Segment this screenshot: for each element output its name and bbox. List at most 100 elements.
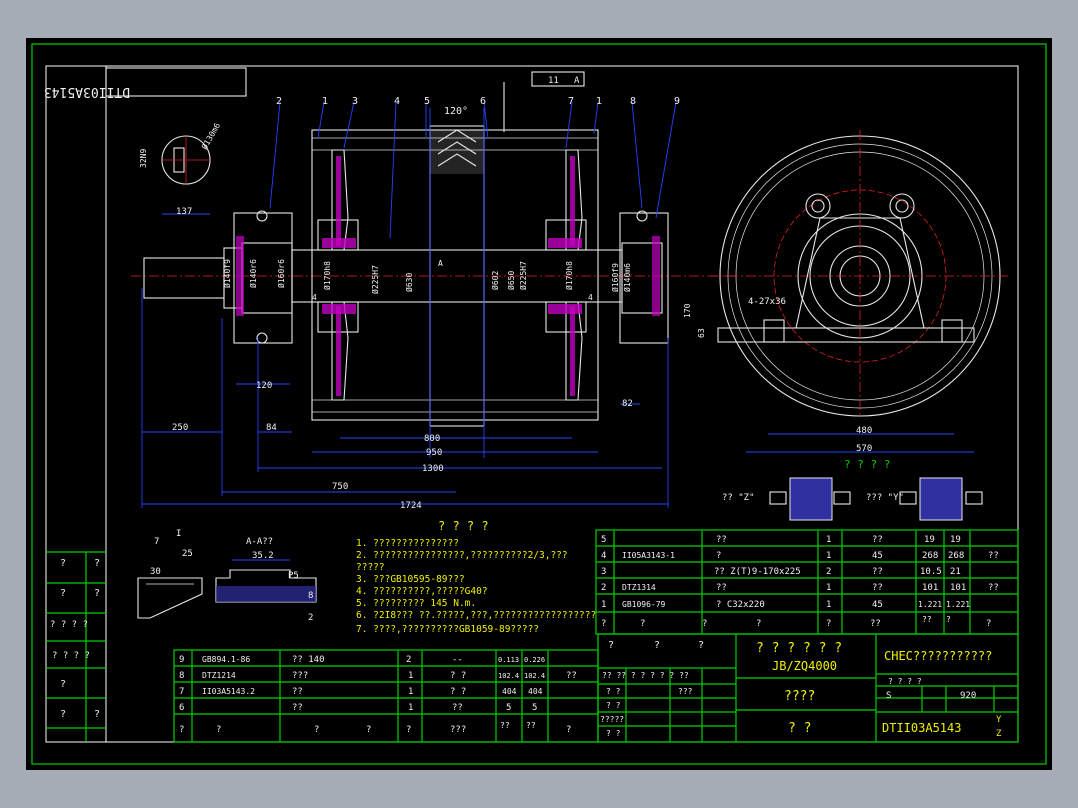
bom-cell: 1.221 (946, 600, 970, 609)
bom-cell: DTZ1314 (622, 583, 656, 592)
bom-header: ? (366, 725, 371, 735)
bom-cell: 1 (408, 703, 413, 713)
title-block: ? ? ? ? ? ? JB/ZQ4000 ???? ? ? CHEC?????… (597, 633, 1019, 743)
dim-label: P5 (288, 571, 299, 581)
dim-label: 170 (683, 303, 692, 318)
bom-cell: ?? 140 (292, 655, 325, 665)
bom-cell: 9 (179, 655, 184, 665)
balloon: 5 (424, 96, 430, 107)
note-line: 2. ????????????????,??????????2/3,??? (356, 550, 568, 561)
side-label: ? (60, 588, 66, 599)
bom-cell: 4 (601, 551, 606, 561)
bom-cell: ?? (988, 551, 999, 561)
projection-y: Y (996, 715, 1002, 725)
detail-label: I (176, 529, 181, 539)
bom-cell: 3 (601, 567, 606, 577)
bom-cell: 2 (826, 567, 831, 577)
dim-label: 800 (424, 434, 440, 444)
view-label: ?? "Z" (722, 493, 755, 503)
side-label: ? (60, 558, 66, 569)
bom-cell: ?? (872, 535, 883, 545)
balloon: 1 (596, 96, 602, 107)
dim-label: Ø602 (490, 271, 500, 290)
company-code: CHEC??????????? (884, 649, 992, 663)
bom-cell: ?? (292, 703, 303, 713)
bom-cell: 404 (502, 687, 517, 696)
bom-cell: ? C32x220 (716, 600, 765, 610)
dim-label: 82 (622, 399, 633, 409)
balloon: 7 (568, 96, 574, 107)
detail-views: ?? "Z" ??? "Y" (722, 477, 983, 521)
balloon: 2 (276, 96, 282, 107)
note-line: 3. ???GB10595-89??? (356, 574, 465, 585)
bom-cell: ?? (716, 583, 727, 593)
bom-cell: 268 (948, 551, 964, 561)
dim-label: 480 (856, 426, 872, 436)
dim-label: 750 (332, 482, 348, 492)
bom-header: ? (756, 619, 761, 629)
note-line: ????? (356, 562, 385, 573)
side-label: ? (94, 588, 100, 599)
bom-cell: -- (452, 655, 463, 665)
side-label: ? (60, 709, 66, 720)
bom-cell: ?? (716, 535, 727, 545)
bom-cell: 6 (179, 703, 184, 713)
dim-label: 2 (308, 613, 313, 623)
dim-label: Ø630 (404, 273, 414, 292)
weight-value: 920 (960, 691, 976, 701)
side-label: ? (94, 558, 100, 569)
dim-label: Ø140m6 (622, 263, 632, 292)
bom-cell: 1 (826, 551, 831, 561)
bom-cell: ?? (292, 687, 303, 697)
bom-header: ?? (526, 721, 536, 730)
tolerance-value: 11 (548, 76, 559, 86)
dim-label: 4 (312, 293, 317, 302)
bom-header: ? (826, 619, 831, 629)
company-line: ? ? ? ? ? ? (756, 641, 842, 656)
dim-label: 7 (154, 537, 159, 547)
dim-label: 950 (426, 448, 442, 458)
bom-cell: ?? Z(T)9-170x225 (714, 567, 801, 577)
dim-label: 25 (182, 549, 193, 559)
dim-label: 63 (697, 328, 706, 338)
left-strip: ? ? ? ? ? ? ? ? ? ? ? ? ? ? ? (46, 551, 106, 742)
bom-cell: ? ? (450, 687, 466, 697)
bom-cell: 268 (922, 551, 938, 561)
drawing-number: DTII03A5143 (882, 721, 961, 735)
dim-label: Ø160f9 (610, 263, 620, 292)
signoff-row: ? ? (606, 729, 621, 738)
balloon: 8 (630, 96, 636, 107)
side-label: ? ? ? ? (52, 651, 90, 661)
bom-right: 5 ?? 1 ?? 19 19 4 II05A3143-1 ? 1 45 268… (595, 529, 1019, 635)
side-label: ? (60, 679, 66, 690)
bom-cell: 19 (950, 535, 961, 545)
bom-header: ??? (450, 725, 466, 735)
bom-cell: 1 (826, 583, 831, 593)
bom-cell: 102.4 (498, 672, 519, 680)
bom-cell: 5 (532, 703, 537, 713)
dim-label: Ø170h8 (322, 261, 332, 290)
dim-label: Ø650 (506, 271, 516, 290)
shaft-key-detail: 137 32N9 Ø130m6 (139, 121, 222, 217)
title-cell: ? (654, 640, 660, 651)
signoff-row: ??? (678, 687, 693, 696)
dim-label: Ø140r6 (248, 259, 258, 288)
note-line: 7. ????,??????????GB1059-89????? (356, 624, 539, 635)
balloon: 9 (674, 96, 680, 107)
dim-label: 1300 (422, 464, 444, 474)
bom-header: ?? (870, 619, 881, 629)
bom-cell: 1 (408, 671, 413, 681)
bom-cell: DTZ1214 (202, 671, 236, 680)
bom-header: ? (216, 725, 221, 735)
bom-header: ? (601, 619, 606, 629)
bom-cell: II03A5143.2 (202, 687, 255, 696)
bom-cell: ?? (872, 583, 883, 593)
dim-label: Ø225H7 (518, 261, 528, 290)
bom-cell: ? ? (450, 671, 466, 681)
dim-label: Ø170h8 (564, 261, 574, 290)
section-label: A-A?? (246, 537, 273, 547)
balloon: 4 (394, 96, 400, 107)
bom-cell: 0.226 (524, 656, 545, 664)
bom-header: ? (179, 725, 184, 735)
balloon: 1 (322, 96, 328, 107)
